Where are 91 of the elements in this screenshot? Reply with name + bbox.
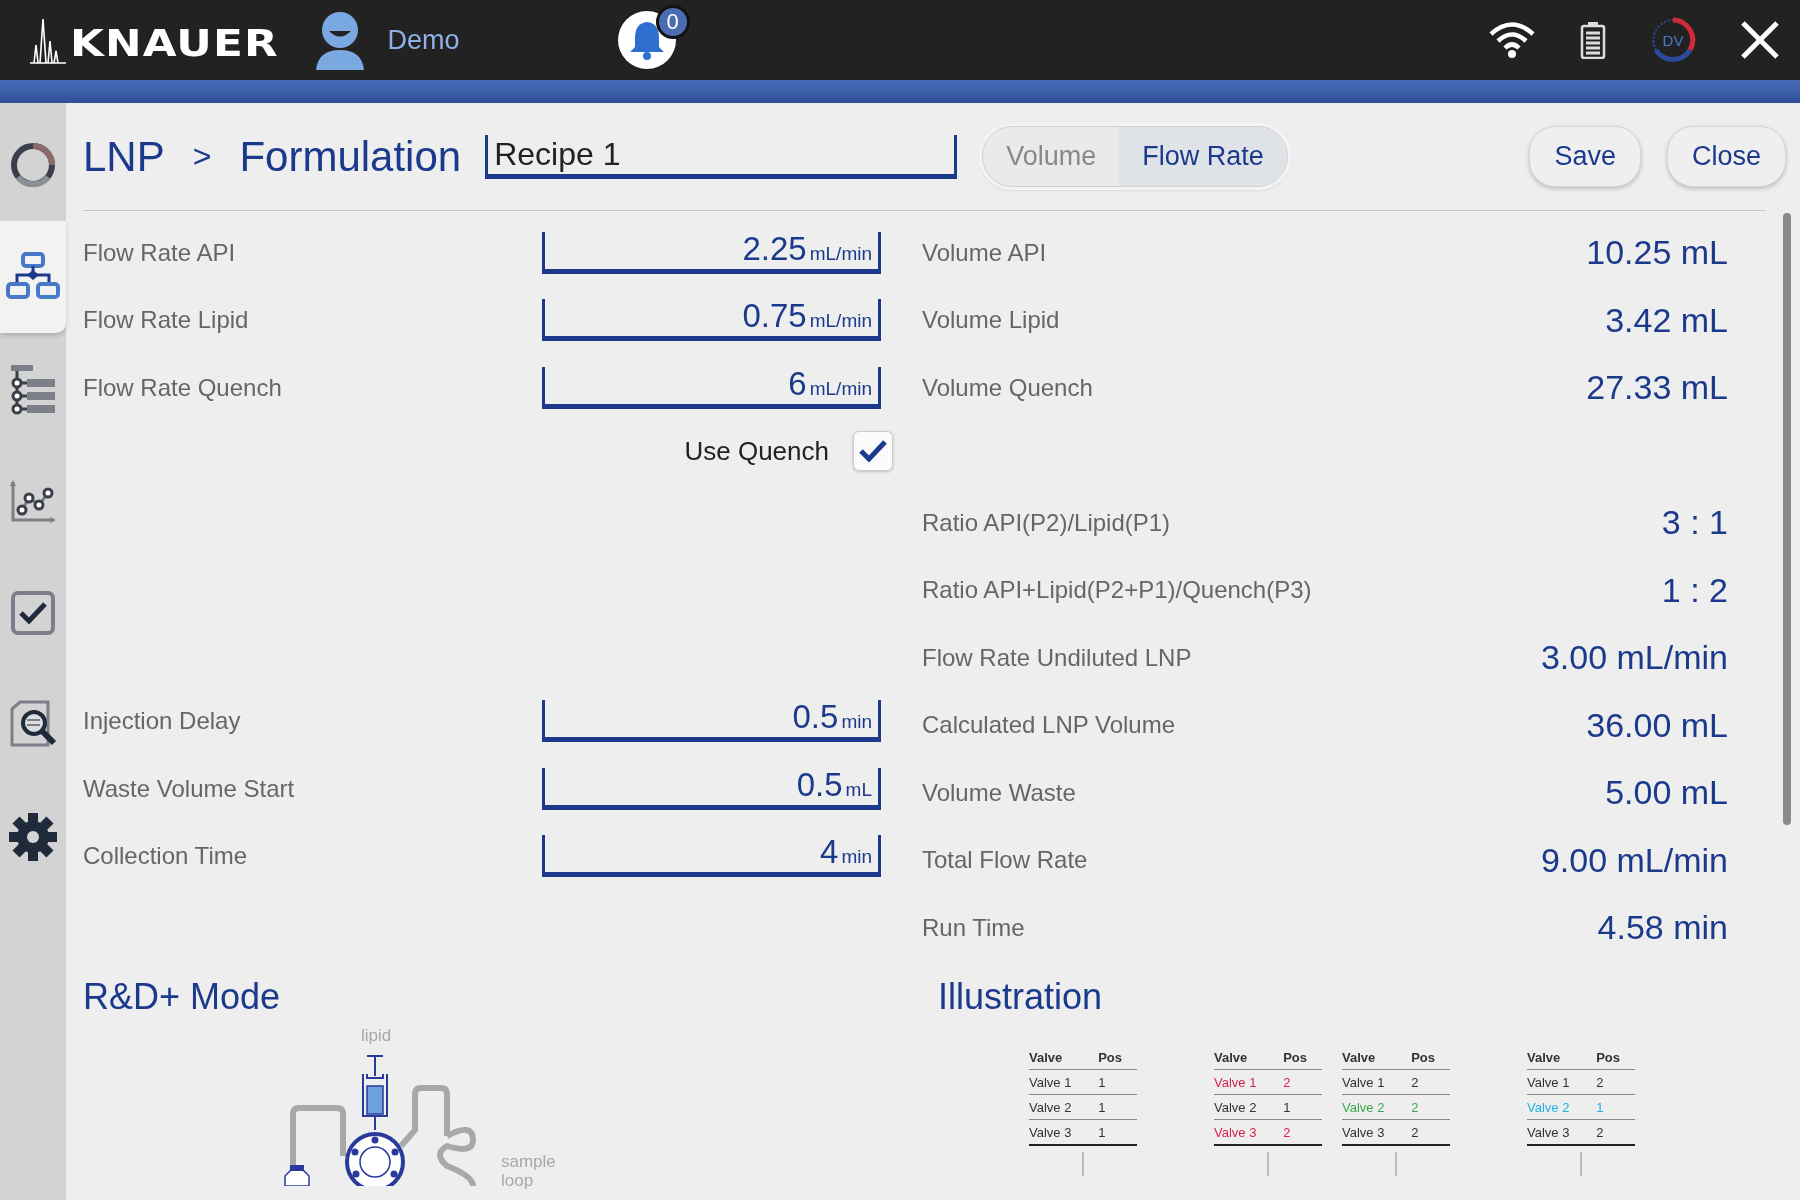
table-cell: 1 [1098,1094,1137,1119]
breadcrumb-item[interactable]: LNP [83,132,165,181]
battery-icon [1580,21,1606,59]
column-header: Pos [1283,1047,1322,1069]
result-value: 10.25 mL [1586,233,1728,273]
table-cell: 1 [1098,1119,1137,1145]
use-quench-checkbox[interactable] [853,431,893,472]
settings-icon [8,812,58,862]
result-value: 3.00 mL/min [1540,638,1728,678]
table-cell: 2 [1596,1069,1635,1094]
diagram-label: lipid [361,1025,392,1046]
section-title: Illustration [938,975,1103,1017]
device-status-badge[interactable]: DV [1650,17,1696,63]
table-cell: Valve 3 [1029,1119,1099,1145]
column-header: Valve [1214,1047,1284,1069]
result-value: 3.42 mL [1605,300,1728,340]
scrollbar[interactable] [1783,213,1791,825]
user-name[interactable]: Demo [387,24,460,56]
table-cell: Valve 1 [1214,1069,1284,1094]
breadcrumb-item[interactable]: Formulation [239,132,462,181]
use-quench-label: Use Quench [684,435,829,467]
number-field[interactable]: 4 min [542,835,881,878]
column-header: Valve [1342,1047,1412,1069]
result-label: Ratio API(P2)/Lipid(P1) [922,508,1171,537]
result-value: 3 : 1 [1661,503,1728,543]
table-cell: Valve 2 [1029,1094,1099,1119]
table-cell: Valve 1 [1527,1069,1597,1094]
table-cell: Valve 1 [1029,1069,1099,1094]
result-label: Run Time [922,913,1025,942]
column-header: Valve [1029,1047,1099,1069]
table-cell: 2 [1596,1119,1635,1145]
column-header: Pos [1098,1047,1137,1069]
field-label: Flow Rate API [83,238,236,267]
number-field[interactable]: 0.5 mL [542,767,881,810]
number-field[interactable]: 0.5 min [542,700,881,743]
close-button[interactable]: Close [1666,126,1786,187]
column-header: Valve [1527,1047,1597,1069]
field-label: Flow Rate Quench [83,373,282,402]
field-label: Collection Time [83,842,248,871]
number-field[interactable]: 6 mL/min [542,366,881,409]
recipe-name-field[interactable]: Recipe 1 [485,134,958,179]
result-value: 27.33 mL [1586,368,1728,408]
result-label: Ratio API+Lipid(P2+P1)/Quench(P3) [922,576,1312,605]
result-value: 9.00 mL/min [1540,840,1728,880]
wifi-icon [1488,21,1536,59]
result-value: 5.00 mL [1605,773,1728,813]
result-label: Volume API [922,238,1047,267]
result-label: Volume Quench [922,373,1093,402]
table-cell: 2 [1283,1069,1322,1094]
brand-name: KNAUER [70,21,279,65]
close-icon[interactable] [1740,20,1780,60]
table-cell: 2 [1411,1094,1450,1119]
table-cell: 2 [1411,1069,1450,1094]
result-value: 36.00 mL [1586,705,1728,745]
number-field[interactable]: 0.75 mL/min [542,299,881,342]
result-label: Total Flow Rate [922,846,1088,875]
table-cell: Valve 3 [1214,1119,1284,1145]
table-cell: Valve 1 [1342,1069,1412,1094]
result-label: Volume Lipid [922,306,1060,335]
notification-count: 0 [655,5,690,39]
result-label: Flow Rate Undiluted LNP [922,643,1192,672]
breadcrumb-separator: > [192,138,212,175]
mode-toggle-option[interactable]: Flow Rate [1119,127,1287,186]
result-label: Volume Waste [922,778,1076,807]
table-cell: Valve 2 [1214,1094,1284,1119]
table-cell: 2 [1283,1119,1322,1145]
list-icon [9,363,57,415]
save-button[interactable]: Save [1529,126,1641,187]
checkmark-icon [858,438,888,465]
table-cell: Valve 2 [1342,1094,1412,1119]
result-value: 4.58 min [1597,908,1728,948]
table-cell: 2 [1411,1119,1450,1145]
chart-icon [8,478,58,524]
checkbox-icon [10,590,56,636]
table-cell: Valve 3 [1527,1119,1597,1145]
column-header: Pos [1596,1047,1635,1069]
diagram-label: sample loop [501,1151,557,1191]
ring-icon [8,140,58,190]
result-value: 1 : 2 [1661,570,1728,610]
table-cell: 1 [1596,1094,1635,1119]
table-cell: 1 [1283,1094,1322,1119]
table-cell: 1 [1098,1069,1137,1094]
field-label: Injection Delay [83,707,241,736]
number-field[interactable]: 2.25 mL/min [542,231,881,274]
section-title: R&D+ Mode [83,975,281,1017]
table-cell: Valve 2 [1527,1094,1597,1119]
column-header: Pos [1411,1047,1450,1069]
result-label: Calculated LNP Volume [922,711,1176,740]
field-label: Flow Rate Lipid [83,306,249,335]
field-label: Waste Volume Start [83,774,295,803]
table-cell: Valve 3 [1342,1119,1412,1145]
